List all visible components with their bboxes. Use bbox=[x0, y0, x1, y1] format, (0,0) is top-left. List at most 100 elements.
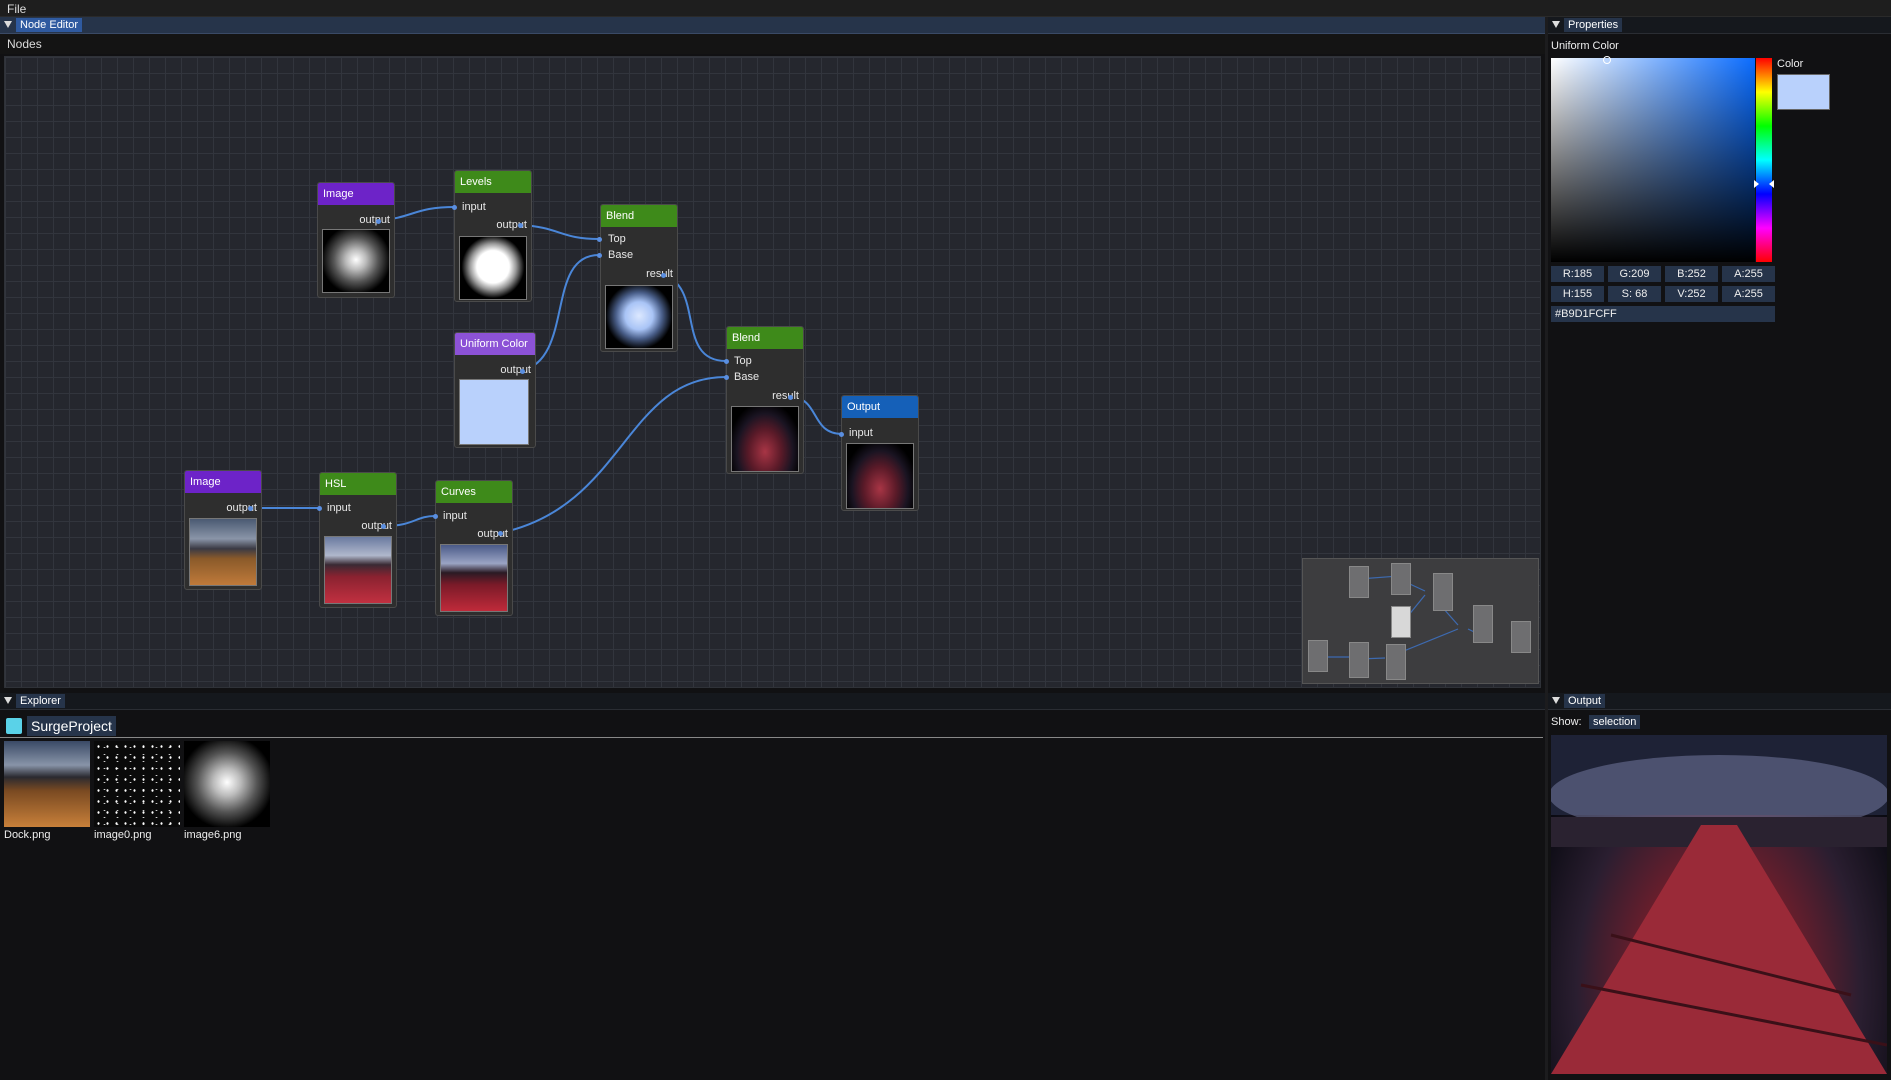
port-output[interactable]: output bbox=[359, 214, 390, 226]
output-pin[interactable] bbox=[788, 395, 793, 400]
port-base[interactable]: Base bbox=[734, 371, 759, 383]
node-editor-titlebar[interactable]: Node Editor bbox=[0, 17, 1545, 34]
menu-file[interactable]: File bbox=[7, 2, 26, 16]
file-name[interactable]: Dock.png bbox=[4, 829, 50, 841]
node-blend-1[interactable]: Blend Top Base result bbox=[600, 204, 678, 352]
node-thumbnail bbox=[846, 443, 914, 509]
port-base[interactable]: Base bbox=[608, 249, 633, 261]
file-name[interactable]: image6.png bbox=[184, 829, 242, 841]
output-titlebar[interactable]: Output bbox=[1548, 693, 1891, 710]
hex-field[interactable]: #B9D1FCFF bbox=[1551, 306, 1775, 322]
color-saturation-value-picker[interactable] bbox=[1551, 58, 1755, 262]
blue-field[interactable]: B:252 bbox=[1665, 266, 1718, 282]
nodes-header: Nodes bbox=[0, 34, 1545, 54]
node-curves-title: Curves bbox=[436, 481, 512, 503]
node-minimap[interactable] bbox=[1302, 558, 1539, 684]
project-name[interactable]: SurgeProject bbox=[27, 716, 116, 736]
port-output[interactable]: output bbox=[500, 364, 531, 376]
node-thumbnail bbox=[731, 406, 799, 472]
color-swatch[interactable] bbox=[1777, 74, 1830, 110]
file-thumbnail-image0[interactable] bbox=[94, 741, 180, 827]
node-blend-1-title: Blend bbox=[601, 205, 677, 227]
node-uniform-color-title: Uniform Color bbox=[455, 333, 535, 355]
node-image-1[interactable]: Image output bbox=[317, 182, 395, 298]
node-thumbnail bbox=[189, 518, 257, 586]
saturation-field[interactable]: S: 68 bbox=[1608, 286, 1661, 302]
output-preview bbox=[1551, 735, 1887, 1074]
minimap-wires bbox=[1323, 575, 1494, 660]
file-thumbnail-image6[interactable] bbox=[184, 741, 270, 827]
menu-bar: File bbox=[0, 0, 1891, 17]
nodes-header-label: Nodes bbox=[7, 37, 42, 51]
port-result[interactable]: result bbox=[646, 268, 673, 280]
hue-field[interactable]: H:155 bbox=[1551, 286, 1604, 302]
output-pin[interactable] bbox=[248, 506, 253, 511]
node-output[interactable]: Output input bbox=[841, 395, 919, 511]
properties-titlebar[interactable]: Properties bbox=[1548, 17, 1891, 34]
input-pin[interactable] bbox=[724, 375, 729, 380]
output-pin[interactable] bbox=[381, 524, 386, 529]
value-field[interactable]: V:252 bbox=[1665, 286, 1718, 302]
color-label: Color bbox=[1777, 58, 1804, 70]
port-top[interactable]: Top bbox=[734, 355, 752, 367]
minimap-node bbox=[1473, 605, 1493, 643]
color-picker-cursor[interactable] bbox=[1603, 56, 1611, 64]
output-preview-art bbox=[1551, 735, 1887, 1074]
collapse-triangle-icon[interactable] bbox=[4, 697, 12, 704]
collapse-triangle-icon[interactable] bbox=[1552, 697, 1560, 704]
output-pin[interactable] bbox=[498, 531, 503, 536]
port-input[interactable]: input bbox=[849, 427, 873, 439]
node-hsl[interactable]: HSL input output bbox=[319, 472, 397, 608]
output-pin[interactable] bbox=[518, 223, 523, 228]
minimap-node bbox=[1391, 563, 1411, 595]
node-thumbnail bbox=[459, 236, 527, 300]
show-selector[interactable]: selection bbox=[1589, 715, 1641, 729]
output-pin[interactable] bbox=[376, 219, 381, 224]
node-curves[interactable]: Curves input output bbox=[435, 480, 513, 616]
node-uniform-color[interactable]: Uniform Color output bbox=[454, 332, 536, 448]
port-output[interactable]: output bbox=[477, 528, 508, 540]
minimap-node-selected bbox=[1391, 606, 1411, 638]
node-thumbnail bbox=[322, 229, 390, 293]
output-pin[interactable] bbox=[520, 369, 525, 374]
port-result[interactable]: result bbox=[772, 390, 799, 402]
hue-marker-left[interactable] bbox=[1754, 180, 1759, 188]
port-input[interactable]: input bbox=[327, 502, 351, 514]
port-top[interactable]: Top bbox=[608, 233, 626, 245]
node-output-title: Output bbox=[842, 396, 918, 418]
node-levels[interactable]: Levels input output bbox=[454, 170, 532, 302]
hue-marker-right[interactable] bbox=[1769, 180, 1774, 188]
node-canvas[interactable]: Image output Levels input output Blend T… bbox=[4, 56, 1541, 688]
node-editor-title: Node Editor bbox=[16, 18, 83, 32]
input-pin[interactable] bbox=[317, 506, 322, 511]
collapse-triangle-icon[interactable] bbox=[1552, 21, 1560, 28]
node-thumbnail bbox=[605, 285, 673, 349]
input-pin[interactable] bbox=[597, 237, 602, 242]
input-pin[interactable] bbox=[433, 514, 438, 519]
output-title: Output bbox=[1564, 694, 1606, 708]
green-field[interactable]: G:209 bbox=[1608, 266, 1661, 282]
red-field[interactable]: R:185 bbox=[1551, 266, 1604, 282]
file-thumbnail-dock[interactable] bbox=[4, 741, 90, 827]
node-blend-2-title: Blend bbox=[727, 327, 803, 349]
output-pin[interactable] bbox=[661, 273, 666, 278]
input-pin[interactable] bbox=[452, 205, 457, 210]
file-name[interactable]: image0.png bbox=[94, 829, 152, 841]
input-pin[interactable] bbox=[839, 432, 844, 437]
node-blend-2[interactable]: Blend Top Base result bbox=[726, 326, 804, 474]
port-output[interactable]: output bbox=[361, 520, 392, 532]
hue-slider[interactable] bbox=[1756, 58, 1772, 262]
alpha-field[interactable]: A:255 bbox=[1722, 266, 1775, 282]
node-levels-title: Levels bbox=[455, 171, 531, 193]
input-pin[interactable] bbox=[597, 253, 602, 258]
collapse-triangle-icon[interactable] bbox=[4, 21, 12, 28]
minimap-node bbox=[1349, 566, 1369, 598]
minimap-node bbox=[1386, 644, 1406, 680]
port-input[interactable]: input bbox=[443, 510, 467, 522]
port-input[interactable]: input bbox=[462, 201, 486, 213]
alpha-field-hsv[interactable]: A:255 bbox=[1722, 286, 1775, 302]
node-image-2[interactable]: Image output bbox=[184, 470, 262, 590]
input-pin[interactable] bbox=[724, 359, 729, 364]
minimap-node bbox=[1433, 573, 1453, 611]
explorer-titlebar[interactable]: Explorer bbox=[0, 693, 1545, 710]
